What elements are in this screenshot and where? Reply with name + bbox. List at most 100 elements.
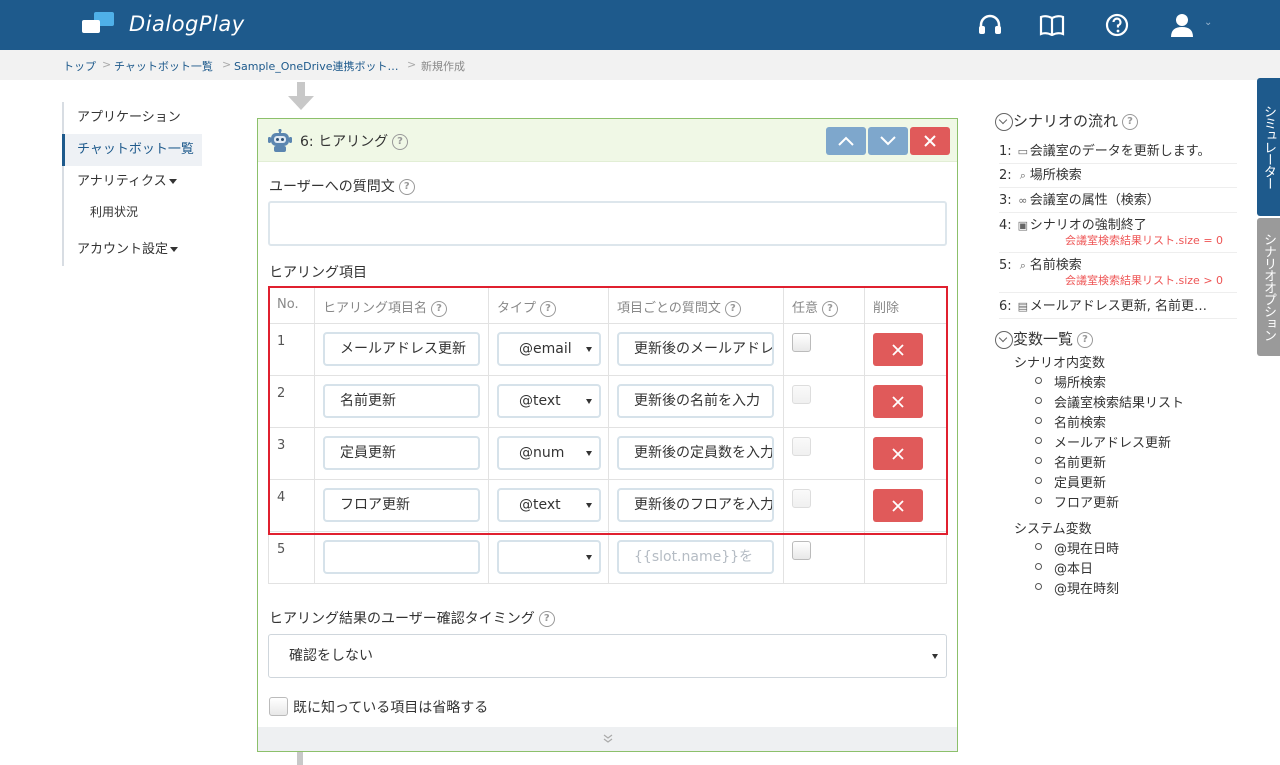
item-name-input[interactable]: 定員更新 — [323, 436, 480, 470]
delete-item-button[interactable] — [873, 385, 923, 418]
panel-collapse-bar[interactable] — [258, 727, 957, 751]
variable-item[interactable]: 名前検索 — [1035, 412, 1106, 431]
scenario-step[interactable]: 2: ⌕ 場所検索 — [999, 164, 1237, 188]
item-type-select[interactable]: @num — [497, 436, 601, 470]
help-icon[interactable]: ? — [1077, 331, 1094, 348]
scenario-step[interactable]: 1: ▭ 会議室のデータを更新します。 — [999, 140, 1237, 164]
delete-item-button[interactable] — [873, 333, 923, 366]
optional-checkbox[interactable] — [792, 489, 811, 508]
dropdown-caret-icon — [168, 179, 177, 184]
question-textarea[interactable] — [268, 201, 947, 246]
flow-connector — [297, 752, 303, 765]
variable-item[interactable]: 名前更新 — [1035, 452, 1106, 471]
breadcrumb-bot[interactable]: Sample_OneDrive連携ボット… — [234, 58, 398, 74]
variable-item[interactable]: @現在日時 — [1035, 538, 1119, 557]
variable-item[interactable]: メールアドレス更新 — [1035, 432, 1171, 451]
delete-item-button[interactable] — [873, 437, 923, 470]
variable-item[interactable]: フロア更新 — [1035, 492, 1119, 511]
close-icon — [892, 395, 904, 408]
variable-item[interactable]: @本日 — [1035, 558, 1093, 577]
help-icon[interactable]: ? — [431, 300, 448, 317]
item-question-input[interactable]: 更新後の名前を入力 — [617, 384, 774, 418]
optional-checkbox[interactable] — [792, 385, 811, 404]
user-menu-caret-icon[interactable]: ⌄ — [1204, 17, 1212, 28]
sidebar-item-account[interactable]: アカウント設定 — [62, 234, 202, 266]
delete-node-button[interactable] — [910, 127, 950, 155]
sidebar-item-chatbots[interactable]: チャットボット一覧 — [62, 134, 202, 166]
breadcrumb-bot-list[interactable]: チャットボット一覧 — [114, 58, 213, 74]
scenario-options-tab[interactable]: シナリオオプション — [1257, 218, 1280, 356]
scenario-step-current[interactable]: 6: ▤ メールアドレス更新, 名前更… — [999, 295, 1237, 319]
item-type-select[interactable]: @text — [497, 384, 601, 418]
select-caret-icon — [586, 451, 592, 456]
optional-checkbox[interactable] — [792, 541, 811, 560]
item-question-input[interactable]: {{slot.name}}を — [617, 540, 774, 574]
breadcrumb-sep: > — [102, 58, 112, 71]
headset-icon[interactable] — [976, 11, 1004, 39]
close-icon — [924, 135, 936, 147]
optional-checkbox[interactable] — [792, 437, 811, 456]
simulator-tab[interactable]: シミュレーター — [1257, 78, 1280, 216]
move-down-button[interactable] — [868, 127, 908, 155]
move-up-button[interactable] — [826, 127, 866, 155]
chevron-up-icon — [838, 136, 854, 146]
help-icon[interactable]: ? — [822, 300, 839, 317]
optional-checkbox[interactable] — [792, 333, 811, 352]
help-icon[interactable]: ? — [1122, 113, 1139, 130]
breadcrumb-top[interactable]: トップ — [63, 58, 96, 74]
app-logo[interactable]: DialogPlay — [82, 12, 245, 36]
help-icon[interactable]: ? — [392, 134, 409, 150]
help-icon[interactable] — [1103, 11, 1131, 39]
table-row-new: 5 {{slot.name}}を — [268, 532, 947, 584]
search-icon: ⌕ — [1019, 169, 1026, 182]
item-question-input[interactable]: 更新後の定員数を入力 — [617, 436, 774, 470]
variable-item[interactable]: @現在時刻 — [1035, 578, 1119, 597]
help-icon[interactable]: ? — [538, 611, 555, 627]
item-question-input[interactable]: 更新後のフロアを入力 — [617, 488, 774, 522]
help-icon[interactable]: ? — [398, 179, 415, 195]
sidebar-item-applications[interactable]: アプリケーション — [62, 102, 202, 134]
column-header: 任意? — [792, 297, 839, 317]
help-icon[interactable]: ? — [540, 300, 557, 317]
column-header: 削除 — [873, 301, 900, 316]
variable-item[interactable]: 定員更新 — [1035, 472, 1106, 491]
item-name-input[interactable]: メールアドレス更新 — [323, 332, 480, 366]
help-icon[interactable]: ? — [724, 300, 741, 317]
user-icon[interactable] — [1168, 11, 1196, 39]
item-name-input[interactable]: 名前更新 — [323, 384, 480, 418]
delete-item-button[interactable] — [873, 489, 923, 522]
sidebar: アプリケーション チャットボット一覧 アナリティクス 利用状況 アカウント設定 — [62, 102, 202, 266]
sidebar-item-usage[interactable]: 利用状況 — [62, 198, 202, 226]
scenario-step[interactable]: 5: ⌕ 名前検索 会議室検索結果リスト.size > 0 — [999, 254, 1237, 293]
confirm-timing-select[interactable]: 確認をしない — [268, 634, 947, 678]
skip-known-checkbox[interactable] — [269, 697, 288, 716]
scenario-vars-label: シナリオ内変数 — [1014, 356, 1106, 371]
flow-arrow-icon — [288, 82, 314, 112]
breadcrumb-sep: > — [407, 58, 417, 71]
book-icon[interactable] — [1038, 11, 1066, 39]
scenario-step[interactable]: 4: ▣ シナリオの強制終了 会議室検索結果リスト.size = 0 — [999, 214, 1237, 253]
item-type-select[interactable]: @text — [497, 488, 601, 522]
item-question-input[interactable]: 更新後のメールアドレス — [617, 332, 774, 366]
chevron-down-icon — [880, 136, 896, 146]
sidebar-item-analytics[interactable]: アナリティクス — [62, 166, 202, 198]
panel-header: 6: ヒアリング? — [258, 119, 957, 162]
item-type-select[interactable] — [497, 540, 601, 574]
column-header: タイプ? — [497, 297, 557, 317]
search-icon: ⌕ — [1019, 259, 1026, 272]
scenario-step[interactable]: 3: ∞ 会議室の属性（検索） — [999, 189, 1237, 213]
table-row: 4 フロア更新 @text 更新後のフロアを入力 — [268, 480, 947, 532]
step-condition: 会議室検索結果リスト.size = 0 — [1065, 234, 1224, 247]
hearing-node-panel: 6: ヒアリング? ユーザーへの質問文? ヒアリング項目 No. ヒアリング項目… — [257, 118, 958, 752]
variable-item[interactable]: 場所検索 — [1035, 372, 1106, 391]
variable-item[interactable]: 会議室検索結果リスト — [1035, 392, 1184, 411]
scenario-flow-title[interactable]: シナリオの流れ? — [995, 110, 1139, 131]
collapse-icon — [995, 112, 1013, 131]
item-type-select[interactable]: @email — [497, 332, 601, 366]
breadcrumb-current: 新規作成 — [421, 60, 465, 73]
panel-title: 6: ヒアリング? — [300, 131, 409, 151]
item-name-input[interactable]: フロア更新 — [323, 488, 480, 522]
item-name-input[interactable] — [323, 540, 480, 574]
column-header: ヒアリング項目名? — [323, 297, 448, 317]
variables-title[interactable]: 変数一覧? — [995, 328, 1094, 349]
